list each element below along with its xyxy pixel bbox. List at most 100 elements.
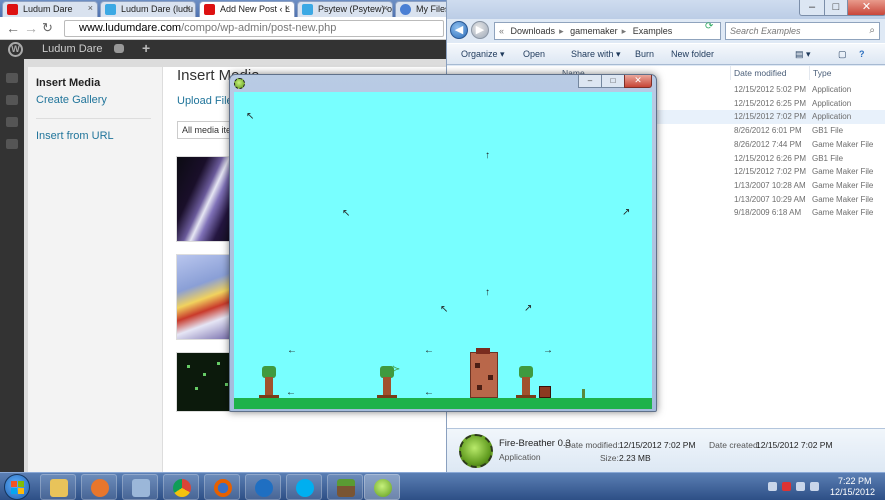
breadcrumb-examples[interactable]: Examples <box>633 26 673 36</box>
start-button-windows-icon[interactable] <box>4 474 30 500</box>
file-date-modified: 12/15/2012 5:02 PM <box>734 85 807 94</box>
file-date-modified: 8/26/2012 7:44 PM <box>734 139 802 149</box>
open-button[interactable]: Open <box>523 49 545 59</box>
back-icon[interactable]: ← <box>6 20 20 36</box>
details-size-value: 2.23 MB <box>619 453 651 463</box>
game-canvas[interactable]: ↖ ↑ ↖ ↗ ↑ ↖ ↗ ← ← → ← ← ≻ <box>234 92 652 409</box>
site-name-link[interactable]: Ludum Dare <box>42 43 103 55</box>
maxthon-icon <box>255 479 273 497</box>
taskbar-media-player-button[interactable] <box>81 474 117 500</box>
dashboard-icon[interactable] <box>6 73 18 83</box>
firefox-icon <box>214 479 232 497</box>
preview-pane-icon[interactable]: ▢ <box>838 49 847 60</box>
ludum-dare-icon <box>204 4 215 15</box>
media-icon[interactable] <box>6 117 18 127</box>
thumb-detail <box>225 383 228 386</box>
chevron-icon: « <box>499 26 505 36</box>
fireball-arrow-nw: ↖ <box>440 304 449 315</box>
network-icon[interactable] <box>796 482 805 491</box>
refresh-icon[interactable]: ⟳ <box>705 21 713 32</box>
chevron-right-icon: ▸ <box>621 26 627 36</box>
taskbar-game-maker-button[interactable] <box>364 474 400 500</box>
thumb-detail <box>203 373 206 376</box>
maximize-button[interactable]: □ <box>824 0 848 16</box>
post-sprite <box>582 389 585 398</box>
minimize-button[interactable]: – <box>799 0 825 16</box>
details-file-kind: Application <box>499 452 541 462</box>
organize-button[interactable]: Organize ▾ <box>461 49 505 60</box>
taskbar-explorer-button[interactable] <box>40 474 76 500</box>
game-titlebar: – □ ✕ <box>230 75 656 92</box>
tab-my-files[interactable]: My Files <box>395 1 450 17</box>
url-field[interactable]: www.ludumdare.com/compo/wp-admin/post-ne… <box>64 20 444 37</box>
tree-sprite <box>259 366 279 398</box>
help-icon[interactable]: ? <box>859 49 865 59</box>
explorer-address-bar[interactable]: « Downloads ▸ gamemaker ▸ Examples <box>494 22 721 40</box>
taskbar-minecraft-button[interactable] <box>327 474 363 500</box>
close-tab-icon[interactable]: × <box>88 3 93 13</box>
taskbar-maxthon-button[interactable] <box>245 474 281 500</box>
file-type: Game Maker File <box>812 167 874 177</box>
file-type: Game Maker File <box>812 139 874 149</box>
search-placeholder: Search Examples <box>730 26 801 36</box>
clock-time[interactable]: 7:22 PM <box>838 476 872 486</box>
close-button[interactable]: ✕ <box>847 0 885 16</box>
search-input[interactable]: Search Examples ⌕ <box>725 22 880 40</box>
browser-tab-strip: Ludum Dare × Ludum Dare (ludu × Add New … <box>0 0 450 18</box>
flag-icon[interactable] <box>782 482 791 491</box>
reload-icon[interactable]: ↻ <box>42 20 53 36</box>
new-folder-button[interactable]: New folder <box>671 49 714 59</box>
tab-add-new-post[interactable]: Add New Post ‹ L × <box>199 1 295 18</box>
file-date-modified: 1/13/2007 10:29 AM <box>734 194 806 204</box>
create-gallery-link[interactable]: Create Gallery <box>36 94 107 106</box>
column-header-type[interactable]: Type <box>810 66 885 80</box>
insert-from-url-link[interactable]: Insert from URL <box>36 130 114 142</box>
fireball-arrow-ne: ↗ <box>622 207 631 218</box>
fire-sprite: ≻ <box>392 364 401 375</box>
taskbar-chrome-button[interactable] <box>163 474 199 500</box>
view-options-icon[interactable]: ▤ ▾ <box>795 49 811 60</box>
comments-menu-icon[interactable] <box>6 139 18 149</box>
file-type: Game Maker File <box>812 194 874 204</box>
skype-icon <box>296 479 314 497</box>
breadcrumb-gamemaker[interactable]: gamemaker <box>570 26 618 36</box>
back-icon[interactable]: ◀ <box>450 21 468 39</box>
twitter-icon <box>302 4 313 15</box>
tab-twitter-psytew[interactable]: Psytew (Psytew) o × <box>297 1 393 17</box>
tab-label: Ludum Dare <box>23 4 73 14</box>
forward-icon[interactable]: ▶ <box>471 21 489 39</box>
taskbar-paint-button[interactable] <box>122 474 158 500</box>
taskbar-firefox-button[interactable] <box>204 474 240 500</box>
share-with-button[interactable]: Share with ▾ <box>571 49 621 60</box>
file-date-modified: 12/15/2012 7:02 PM <box>734 167 807 177</box>
tab-ludum-dare[interactable]: Ludum Dare × <box>2 1 98 17</box>
show-hidden-icons-icon[interactable] <box>768 482 777 491</box>
chrome-icon <box>173 479 191 497</box>
file-date-modified: 12/15/2012 6:25 PM <box>734 98 807 108</box>
wordpress-logo-icon[interactable]: W <box>8 42 23 57</box>
url-domain: www.ludumdare.com <box>79 22 182 34</box>
file-date-modified: 1/13/2007 10:28 AM <box>734 180 806 190</box>
close-tab-icon[interactable]: × <box>285 3 290 13</box>
taskbar-skype-button[interactable] <box>286 474 322 500</box>
maximize-button[interactable]: □ <box>601 75 625 88</box>
close-tab-icon[interactable]: × <box>186 3 191 13</box>
burn-button[interactable]: Burn <box>635 49 654 59</box>
close-button[interactable]: ✕ <box>624 75 652 88</box>
close-tab-icon[interactable]: × <box>383 3 388 13</box>
volume-icon[interactable] <box>810 482 819 491</box>
insert-media-menu-item[interactable]: Insert Media <box>36 77 100 89</box>
posts-icon[interactable] <box>6 95 18 105</box>
clock-date[interactable]: 12/15/2012 <box>830 487 875 497</box>
minimize-button[interactable]: – <box>578 75 602 88</box>
media-filter-select[interactable]: All media ite <box>177 121 237 139</box>
column-header-date[interactable]: Date modified <box>731 66 810 80</box>
details-modified-value: 12/15/2012 7:02 PM <box>619 440 696 450</box>
address-bar: ← → ↻ www.ludumdare.com/compo/wp-admin/p… <box>0 17 450 40</box>
breadcrumb-downloads[interactable]: Downloads <box>511 26 556 36</box>
forward-icon[interactable]: → <box>24 20 38 36</box>
tab-twitter-ludum[interactable]: Ludum Dare (ludu × <box>100 1 196 17</box>
comments-icon[interactable] <box>114 44 124 53</box>
dragon-tower-sprite <box>470 348 498 398</box>
add-new-icon[interactable]: + <box>142 40 150 56</box>
